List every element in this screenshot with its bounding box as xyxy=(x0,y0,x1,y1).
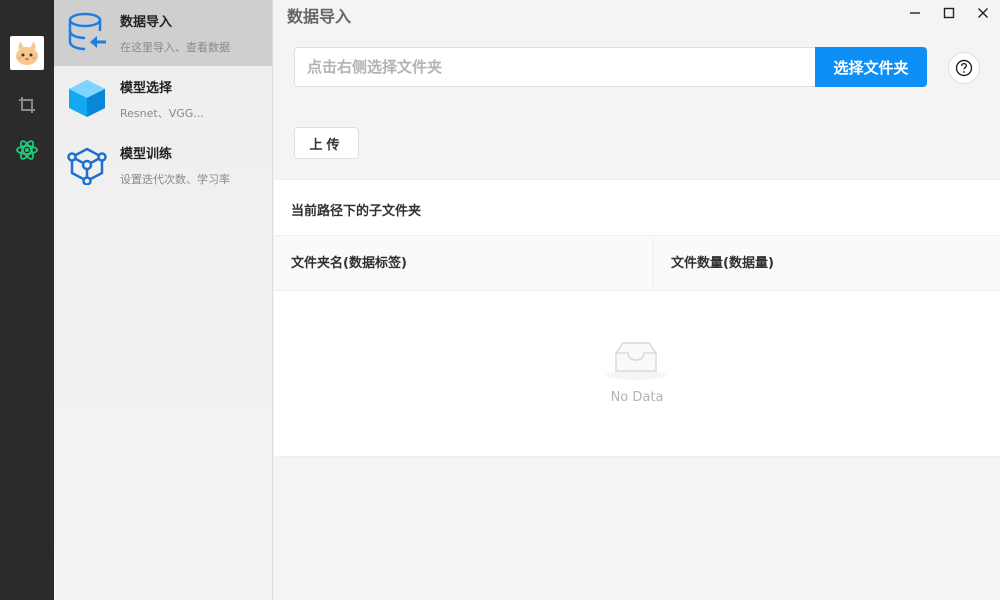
nav-item-data-import[interactable]: 数据导入 在这里导入、查看数据 xyxy=(54,0,272,66)
crop-icon[interactable] xyxy=(15,93,39,117)
nav-item-title: 模型选择 xyxy=(120,81,173,96)
nav-item-subtitle: Resnet、VGG... xyxy=(120,107,204,120)
nav-panel: 数据导入 在这里导入、查看数据 模型选择 Resnet、VGG... 模型训练 … xyxy=(54,0,273,600)
choose-folder-button[interactable]: 选择文件夹 xyxy=(815,47,927,87)
cube-icon xyxy=(69,80,105,117)
left-rail xyxy=(0,0,54,600)
nav-item-model-select[interactable]: 模型选择 Resnet、VGG... xyxy=(54,66,272,132)
empty-state: No Data xyxy=(274,291,1000,457)
minimize-icon xyxy=(910,12,920,14)
upload-button[interactable]: 上传 xyxy=(294,127,359,159)
main-content: 数据导入 选择文件夹 上传 当前路径下的子文件夹 文件夹名(数据标签) 文件数量… xyxy=(274,0,1000,600)
maximize-icon xyxy=(943,7,955,19)
nav-item-title: 模型训练 xyxy=(120,147,173,162)
database-import-icon xyxy=(68,12,106,51)
folder-path-input[interactable] xyxy=(294,47,816,87)
empty-text: No Data xyxy=(610,390,664,405)
nav-item-model-train[interactable]: 模型训练 设置迭代次数、学习率 xyxy=(54,132,272,198)
close-icon xyxy=(978,8,988,18)
nav-item-subtitle: 在这里导入、查看数据 xyxy=(120,41,230,54)
atom-icon[interactable] xyxy=(15,138,39,162)
close-button[interactable] xyxy=(971,2,995,24)
nav-item-title: 数据导入 xyxy=(120,15,173,30)
subfolder-table: 当前路径下的子文件夹 文件夹名(数据标签) 文件数量(数据量) No Data xyxy=(274,179,1000,457)
empty-inbox-icon xyxy=(606,342,666,380)
table-header: 文件夹名(数据标签) 文件数量(数据量) xyxy=(274,235,1000,291)
nav-item-subtitle: 设置迭代次数、学习率 xyxy=(120,173,230,186)
cat-avatar-icon xyxy=(16,41,38,65)
table-caption: 当前路径下的子文件夹 xyxy=(291,204,422,219)
question-icon xyxy=(955,59,973,77)
network-icon xyxy=(67,147,107,185)
maximize-button[interactable] xyxy=(937,2,961,24)
column-header-file-count[interactable]: 文件数量(数据量) xyxy=(654,236,1000,291)
avatar[interactable] xyxy=(10,36,44,70)
column-header-folder-name[interactable]: 文件夹名(数据标签) xyxy=(274,236,654,291)
page-title: 数据导入 xyxy=(287,7,352,26)
help-button[interactable] xyxy=(948,52,980,84)
minimize-button[interactable] xyxy=(903,2,927,24)
